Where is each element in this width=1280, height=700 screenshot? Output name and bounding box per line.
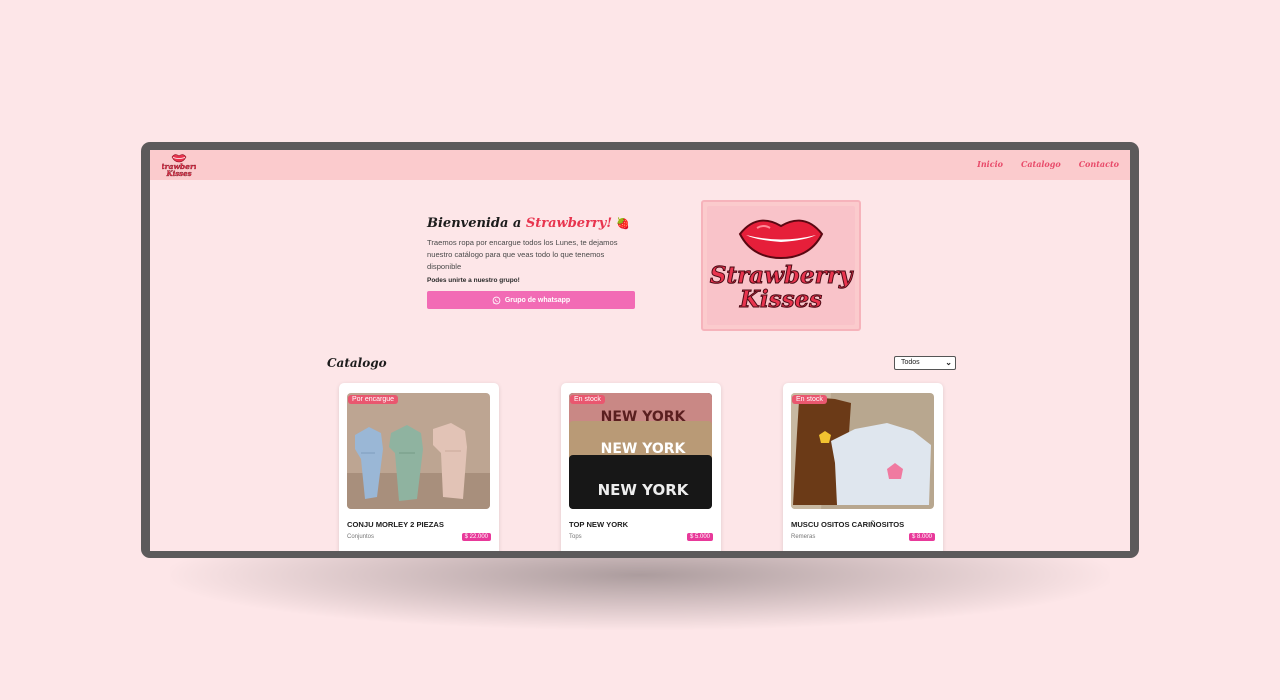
product-card[interactable]: Por encargue CONJU MORLEY 2 PIEZAS Conju…: [339, 383, 499, 551]
hero-title: Bienvenida a Strawberry! 🍓: [427, 216, 637, 231]
navbar: Strawberry Kisses Inicio Catalogo Contac…: [150, 150, 1130, 180]
hero-title-accent: Strawberry!: [525, 216, 613, 231]
whatsapp-group-button[interactable]: Grupo de whatsapp: [427, 291, 635, 309]
strawberry-kisses-logo: Strawberry Kisses: [709, 219, 854, 314]
status-badge: En stock: [570, 395, 605, 404]
hero-join-text: Podes unirte a nuestro grupo!: [427, 277, 520, 284]
category-filter-select[interactable]: Todos ⌄: [894, 356, 956, 370]
nav-link-inicio[interactable]: Inicio: [977, 159, 1003, 169]
logo-text-kisses: Kisses: [739, 286, 822, 313]
product-card[interactable]: NEW YORK NEW YORK NEW YORK En stock TOP …: [561, 383, 721, 551]
status-badge: Por encargue: [348, 395, 399, 404]
product-name: CONJU MORLEY 2 PIEZAS: [347, 520, 444, 529]
nav-link-contacto[interactable]: Contacto: [1079, 159, 1119, 169]
catalog-title: Catalogo: [327, 356, 387, 370]
nav-logo[interactable]: Strawberry Kisses: [162, 152, 196, 178]
product-card[interactable]: En stock MUSCU OSITOS CARIÑOSITOS Remera…: [783, 383, 943, 551]
product-category: Remeras: [791, 534, 816, 540]
price-badge: $ 22.000: [461, 533, 491, 541]
strawberry-emoji: 🍓: [616, 217, 630, 230]
logo-text-strawberry: Strawberry: [710, 262, 854, 289]
print-text-3: NEW YORK: [598, 481, 690, 499]
nav-logo-text-2: Kisses: [165, 169, 191, 178]
hero-title-prefix: Bienvenida a: [427, 216, 526, 231]
print-text-1: NEW YORK: [601, 409, 687, 425]
website-screen: Strawberry Kisses Inicio Catalogo Contac…: [150, 150, 1130, 551]
hero-brand-logo: Strawberry Kisses: [701, 200, 861, 331]
product-name: MUSCU OSITOS CARIÑOSITOS: [791, 520, 905, 529]
print-text-2: NEW YORK: [601, 441, 687, 457]
browser-mockup-frame: Strawberry Kisses Inicio Catalogo Contac…: [141, 142, 1139, 558]
whatsapp-button-label: Grupo de whatsapp: [504, 296, 571, 304]
product-name: TOP NEW YORK: [569, 520, 629, 529]
product-image[interactable]: [347, 393, 490, 509]
nav-link-catalogo[interactable]: Catalogo: [1021, 159, 1061, 169]
hero-section: Bienvenida a Strawberry! 🍓 Traemos ropa p…: [427, 216, 637, 309]
whatsapp-icon: [492, 296, 501, 304]
status-badge: En stock: [792, 395, 827, 404]
product-category: Conjuntos: [347, 534, 375, 540]
price-badge: $ 8.000: [908, 533, 935, 541]
chevron-down-icon: ⌄: [945, 358, 952, 367]
product-image[interactable]: NEW YORK NEW YORK NEW YORK: [569, 393, 712, 509]
price-badge: $ 5.000: [686, 533, 713, 541]
filter-selected-value: Todos: [901, 359, 920, 366]
product-image[interactable]: [791, 393, 934, 509]
product-category: Tops: [569, 534, 582, 540]
hero-description: Traemos ropa por encargue todos los Lune…: [427, 238, 618, 271]
